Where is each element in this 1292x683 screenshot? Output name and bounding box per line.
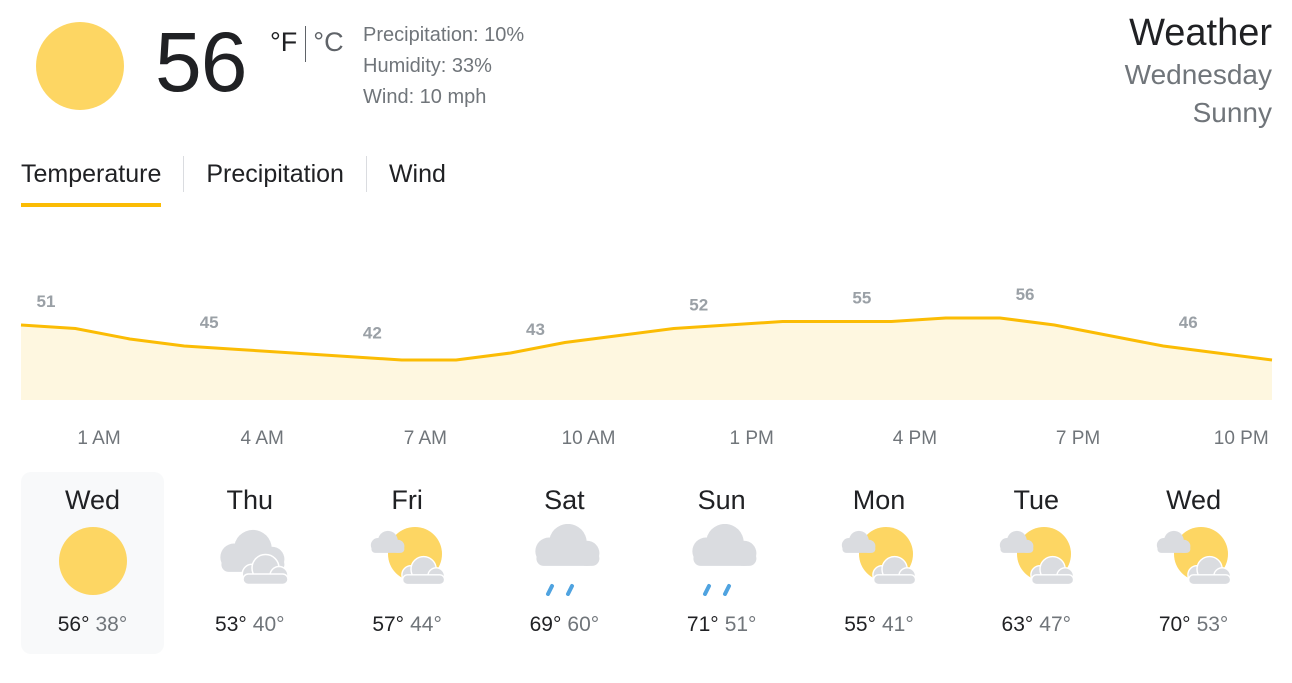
forecast-low: 47° <box>1039 613 1072 636</box>
forecast-high: 57° <box>372 613 405 636</box>
cloudy-icon <box>220 529 290 586</box>
humidity-text: Humidity: 33% <box>363 55 492 77</box>
forecast-day[interactable]: Fri 57° 44° <box>336 472 479 654</box>
chart-time-label: 10 PM <box>1214 428 1269 449</box>
forecast-high: 71° <box>686 613 719 636</box>
sun-icon <box>59 527 127 595</box>
forecast-day-name: Tue <box>1013 485 1060 515</box>
unit-divider <box>305 26 307 62</box>
forecast-temps: 57° 44° <box>336 612 479 638</box>
forecast-day[interactable]: Mon 55° 41° <box>807 472 950 654</box>
current-details: Precipitation: 10% Humidity: 33% Wind: 1… <box>363 20 524 113</box>
chart-time-label: 1 AM <box>77 428 120 449</box>
rain-icon <box>535 524 600 596</box>
chart-value-label: 52 <box>689 296 708 315</box>
forecast-low: 44° <box>410 613 442 636</box>
forecast-low: 38° <box>95 613 128 636</box>
chart-value-label: 56 <box>1016 285 1035 304</box>
chart-time-label: 1 PM <box>730 428 774 449</box>
chart-value-label: 45 <box>200 313 219 332</box>
forecast-high: 63° <box>1001 613 1034 636</box>
partly-cloudy-icon <box>999 527 1075 586</box>
forecast-low: 41° <box>881 613 914 636</box>
chart-time-label: 7 PM <box>1056 428 1100 449</box>
forecast-day[interactable]: Tue 63° 47° <box>965 472 1108 654</box>
precipitation-text: Precipitation: 10% <box>363 24 525 46</box>
forecast-high: 70° <box>1158 613 1191 636</box>
forecast-day-name: Fri <box>391 485 423 515</box>
forecast-day-name: Wed <box>1166 485 1222 515</box>
forecast-low: 53° <box>1196 613 1229 636</box>
forecast-day-name: Sat <box>544 485 585 515</box>
forecast-high: 56° <box>57 613 90 636</box>
partly-cloudy-icon <box>370 527 445 586</box>
current-temperature: 56 <box>155 15 247 109</box>
weather-header: Weather Wednesday Sunny <box>1125 10 1272 132</box>
partly-cloudy-icon <box>842 527 917 586</box>
daily-forecast: Wed 56° 38° Thu 53° 40° Fri 57° 44° Sat … <box>21 472 1279 654</box>
chart-value-label: 46 <box>1179 313 1198 332</box>
chart-value-label: 51 <box>37 292 56 311</box>
chart-value-label: 55 <box>852 289 871 308</box>
chart-value-label: 42 <box>363 324 382 343</box>
sun-icon <box>36 22 124 110</box>
unit-fahrenheit[interactable]: °F <box>270 26 297 58</box>
tab-bar: Temperature Precipitation Wind <box>21 150 446 207</box>
chart-value-label: 43 <box>526 320 545 339</box>
weather-condition: Sunny <box>1192 97 1272 128</box>
forecast-day[interactable]: Sun 71° 51° <box>650 472 793 654</box>
unit-toggle: °F °C <box>270 26 344 62</box>
weather-title: Weather <box>1129 12 1272 54</box>
forecast-temps: 56° 38° <box>21 612 164 638</box>
forecast-day[interactable]: Wed 56° 38° <box>21 472 164 654</box>
forecast-high: 55° <box>844 613 876 636</box>
chart-time-label: 7 AM <box>404 428 447 449</box>
tab-temperature[interactable]: Temperature <box>21 150 162 207</box>
forecast-temps: 63° 47° <box>965 612 1108 638</box>
chart-time-label: 10 AM <box>562 428 616 449</box>
forecast-temps: 69° 60° <box>493 612 636 638</box>
chart-time-label: 4 AM <box>241 428 284 449</box>
forecast-day-name: Thu <box>226 485 274 515</box>
tab-precipitation[interactable]: Precipitation <box>206 150 344 198</box>
unit-celsius[interactable]: °C <box>313 26 343 58</box>
forecast-day-name: Mon <box>852 485 906 515</box>
forecast-day-name: Wed <box>64 485 121 515</box>
forecast-high: 53° <box>215 613 247 636</box>
chart-time-label: 4 PM <box>893 428 937 449</box>
forecast-temps: 55° 41° <box>807 612 950 638</box>
tab-divider <box>183 156 185 192</box>
forecast-low: 40° <box>252 613 285 636</box>
forecast-low: 60° <box>567 613 600 636</box>
forecast-high: 69° <box>529 613 562 636</box>
weather-day: Wednesday <box>1124 59 1272 90</box>
forecast-day[interactable]: Wed 70° 53° <box>1122 472 1265 654</box>
forecast-temps: 71° 51° <box>650 612 793 638</box>
tab-divider <box>365 156 367 192</box>
wind-text: Wind: 10 mph <box>363 86 487 108</box>
rain-icon <box>692 524 757 596</box>
temperature-chart: 51 45 42 43 52 55 56 46 1 AM 4 AM 7 AM 10 AM 1 PM 4 P… <box>20 285 1273 449</box>
forecast-day-name: Sun <box>697 485 746 515</box>
forecast-day[interactable]: Sat 69° 60° <box>493 472 636 654</box>
forecast-day[interactable]: Thu 53° 40° <box>178 472 321 654</box>
forecast-temps: 70° 53° <box>1122 612 1265 638</box>
forecast-low: 51° <box>724 613 757 636</box>
tab-wind[interactable]: Wind <box>389 150 446 198</box>
partly-cloudy-icon <box>1156 527 1232 586</box>
forecast-temps: 53° 40° <box>178 612 321 638</box>
